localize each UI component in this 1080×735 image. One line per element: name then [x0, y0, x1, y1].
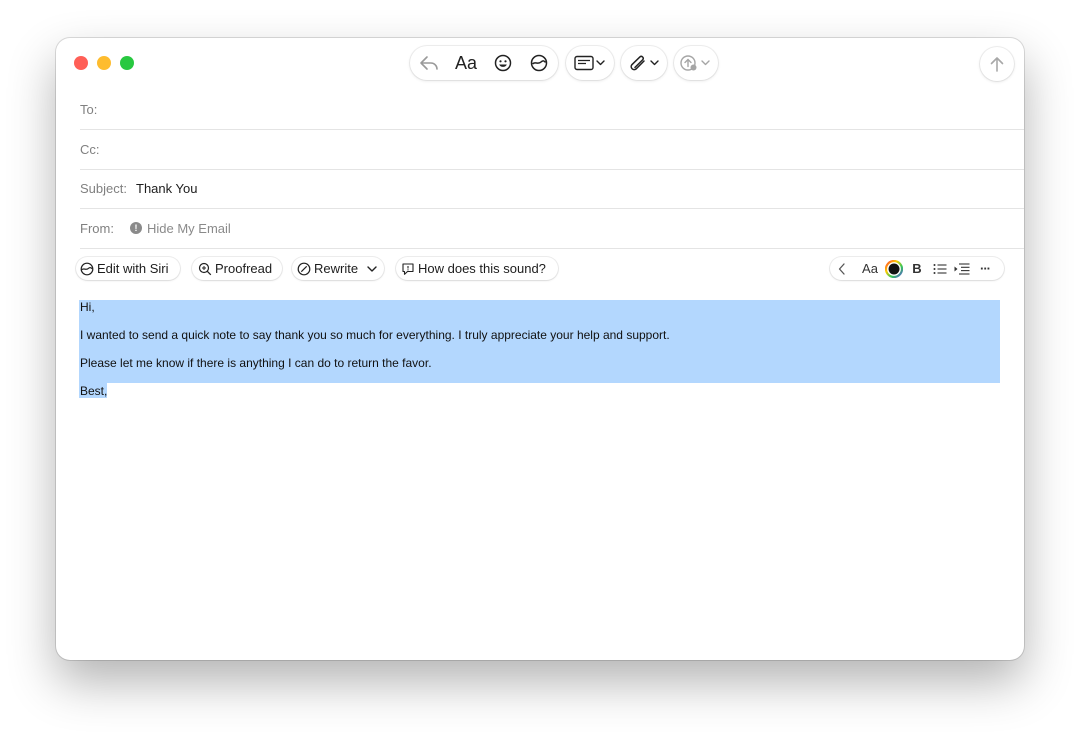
edit-with-siri-label: Edit with Siri [97, 261, 169, 276]
rewrite-button[interactable]: Rewrite [292, 257, 384, 280]
send-arrow-icon[interactable] [980, 47, 1014, 81]
toolbar-format-group: Aa [410, 46, 558, 80]
bullet-list-icon[interactable] [930, 257, 950, 280]
to-label: To: [80, 102, 98, 117]
chevron-down-icon [367, 265, 377, 272]
info-icon: ! [130, 222, 142, 234]
body-line: I wanted to send a quick note to say tha… [80, 328, 670, 342]
zoom-window-button[interactable] [120, 56, 134, 70]
font-button[interactable]: Aa [450, 46, 482, 80]
body-line: Please let me know if there is anything … [80, 356, 432, 370]
indent-icon[interactable] [952, 257, 972, 280]
reply-arrow-icon[interactable] [414, 46, 444, 80]
to-field[interactable]: To: [80, 90, 1024, 130]
subject-label: Subject: [80, 181, 127, 196]
proofread-label: Proofread [215, 261, 273, 276]
edit-with-siri-button[interactable]: Edit with Siri [76, 257, 180, 280]
rewrite-icon [297, 262, 311, 275]
cc-label: Cc: [80, 142, 100, 157]
subject-field[interactable]: Subject: Thank You [80, 169, 1024, 209]
bold-button[interactable]: B [908, 257, 926, 280]
toolbar-header-fields-group [566, 46, 614, 80]
cc-field[interactable]: Cc: [80, 130, 1024, 170]
magnifier-icon [198, 262, 212, 275]
how-does-this-sound-label: How does this sound? [418, 261, 546, 276]
header-fields-icon[interactable] [574, 46, 608, 80]
minimize-window-button[interactable] [97, 56, 111, 70]
smiley-icon[interactable] [488, 46, 518, 80]
format-bar: Aa B ··· [830, 257, 1004, 280]
photo-upload-icon[interactable] [678, 46, 714, 80]
compose-window: Aa To: Cc: Subject: Thank You From: ! Hi… [56, 38, 1024, 660]
body-line: Hi, [80, 300, 95, 314]
color-wheel-icon[interactable] [884, 257, 904, 280]
font-size-button[interactable]: Aa [858, 257, 882, 280]
more-options-button[interactable]: ··· [974, 257, 996, 280]
subject-input[interactable]: Thank You [136, 181, 197, 196]
body-line: Best, [80, 384, 108, 398]
from-field[interactable]: From: ! Hide My Email [80, 209, 1024, 249]
toolbar-attach-group [621, 46, 667, 80]
proofread-button[interactable]: Proofread [192, 257, 282, 280]
toolbar-photo-group [674, 46, 718, 80]
toolbar: Aa [56, 38, 1024, 90]
speech-bubble-icon [402, 262, 414, 275]
how-does-this-sound-button[interactable]: How does this sound? [396, 257, 558, 280]
writing-tools-icon[interactable] [524, 46, 554, 80]
writing-tools-icon [80, 262, 94, 275]
from-select[interactable]: Hide My Email [147, 221, 231, 236]
chevron-left-icon[interactable] [834, 257, 850, 280]
from-label: From: [80, 221, 114, 236]
paperclip-icon[interactable] [627, 46, 663, 80]
rewrite-label: Rewrite [314, 261, 359, 276]
close-window-button[interactable] [74, 56, 88, 70]
